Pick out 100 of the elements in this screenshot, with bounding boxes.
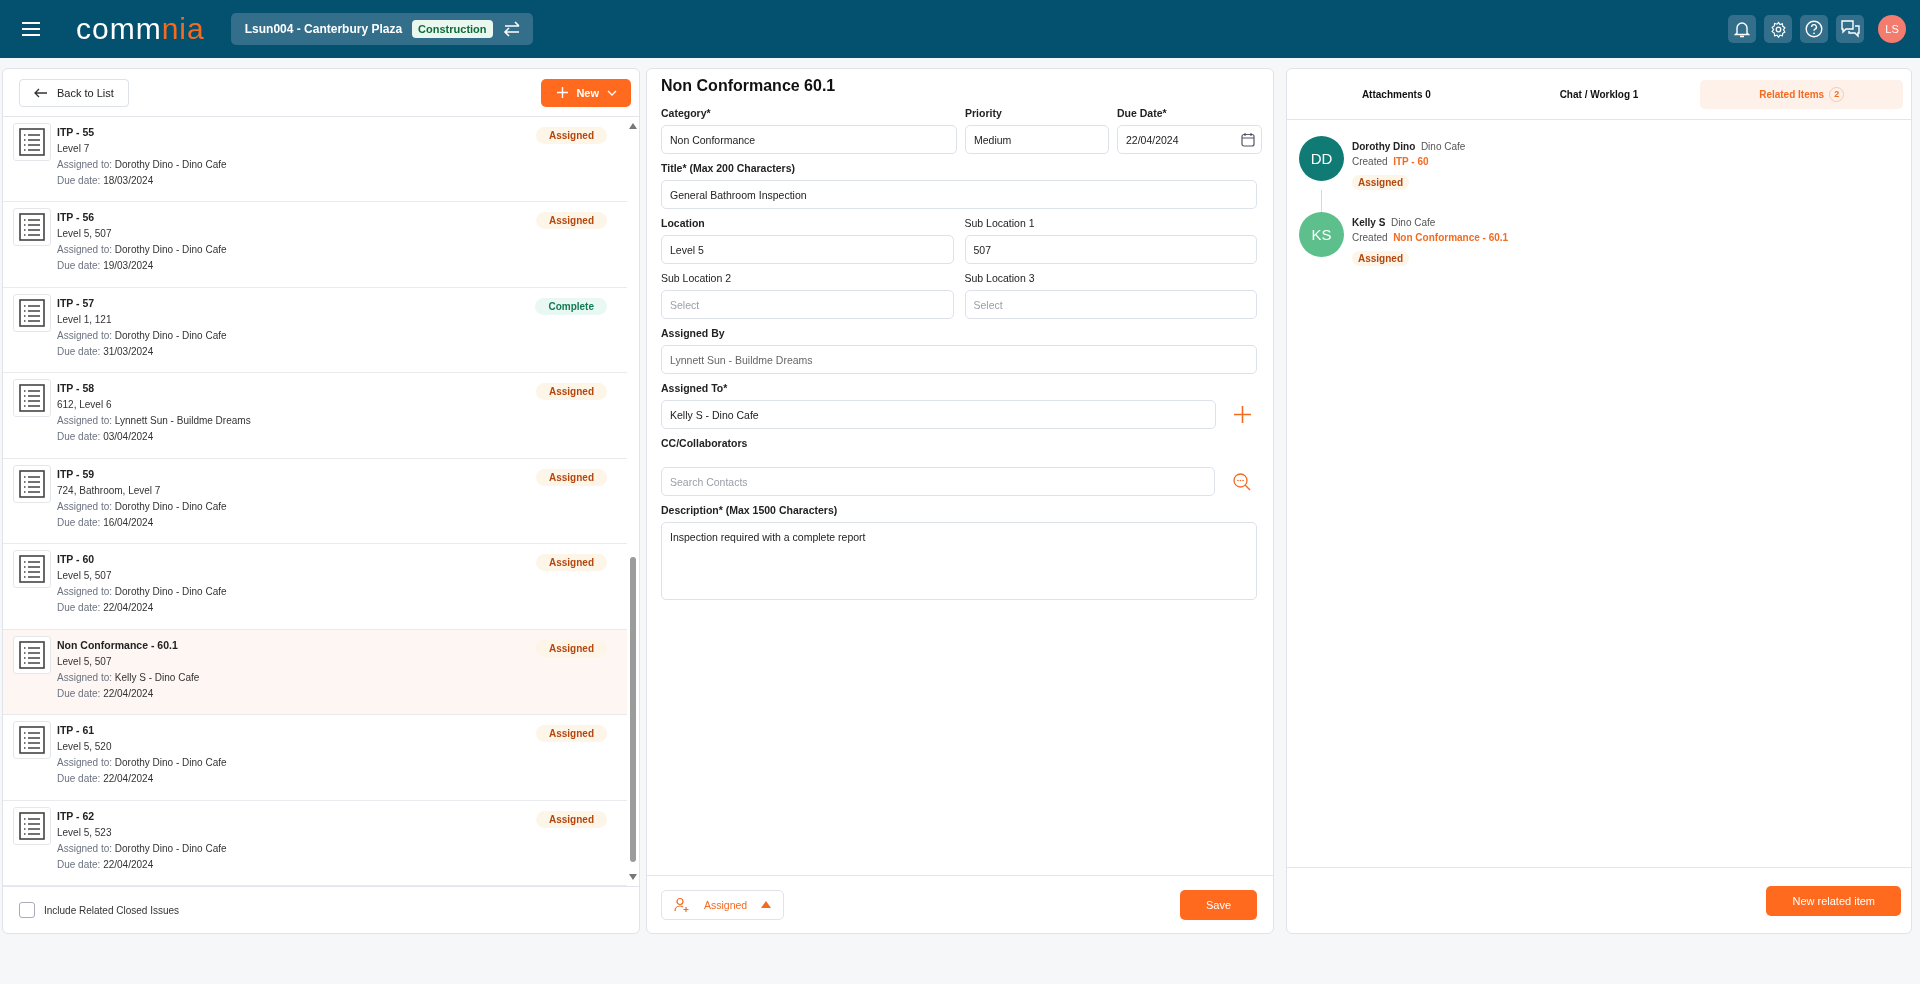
checklist-icon: [13, 806, 51, 845]
status-badge: Assigned: [1352, 251, 1409, 266]
panel-tab[interactable]: Chat / Worklog 1: [1497, 79, 1701, 109]
issue-list-item[interactable]: ITP - 59 724, Bathroom, Level 7 Assigned to: Dorothy Dino - Dino Cafe Due date: 16/04/2024 Assigned: [3, 458, 627, 545]
issue-list-item[interactable]: ITP - 62 Level 5, 523 Assigned to: Dorothy Dino - Dino Cafe Due date: 22/04/2024 Assigned: [3, 800, 627, 886]
status-badge: Assigned: [536, 554, 607, 572]
item-assignee: Assigned to: Dorothy Dino - Dino Cafe: [57, 244, 228, 256]
item-due-date: Due date: 19/03/2024: [57, 260, 155, 272]
status-badge: Assigned: [536, 383, 607, 401]
item-due-date: Due date: 22/04/2024: [57, 858, 155, 870]
item-assignee: Assigned to: Lynnett Sun - Buildme Dreams: [57, 415, 252, 427]
scroll-down-arrow-icon[interactable]: [629, 874, 637, 880]
item-title: ITP - 58: [57, 382, 96, 395]
item-location: Level 5, 523: [57, 826, 113, 838]
issue-list-item[interactable]: ITP - 61 Level 5, 520 Assigned to: Dorothy Dino - Dino Cafe Due date: 22/04/2024 Assigned: [3, 715, 627, 801]
chat-button[interactable]: [1836, 15, 1864, 43]
checkbox[interactable]: [19, 902, 35, 918]
item-due-date: Due date: 31/03/2024: [57, 345, 155, 357]
issue-list-item[interactable]: ITP - 60 Level 5, 507 Assigned to: Dorothy Dino - Dino Cafe Due date: 22/04/2024 Assigned: [3, 544, 627, 630]
item-due-date: Due date: 03/04/2024: [57, 431, 155, 443]
status-badge: Assigned: [536, 639, 607, 657]
settings-icon: [1769, 20, 1787, 38]
issue-list-item[interactable]: ITP - 57 Level 1, 121 Assigned to: Dorothy Dino - Dino Cafe Due date: 31/03/2024 Complete: [3, 287, 627, 374]
sub-location-field[interactable]: Select: [661, 290, 954, 319]
bell-icon: [1734, 20, 1750, 38]
item-location: Level 5, 507: [57, 570, 113, 582]
plus-icon[interactable]: [1234, 406, 1251, 423]
scrollbar-thumb[interactable]: [630, 557, 636, 862]
field-label: Assigned To*: [661, 382, 729, 394]
item-title: ITP - 59: [57, 467, 96, 480]
item-location: Level 7: [57, 143, 91, 154]
checklist-icon: [13, 208, 51, 247]
field-label: Sub Location 2: [661, 272, 733, 284]
status-badge: Complete: [535, 297, 607, 315]
item-location: Level 5, 507: [57, 228, 113, 240]
due-date-field[interactable]: 22/04/2024: [1117, 125, 1262, 154]
item-assignee: Assigned to: Dorothy Dino - Dino Cafe: [57, 586, 228, 598]
calendar-icon[interactable]: [1241, 132, 1255, 147]
item-title: ITP - 55: [57, 126, 96, 138]
scroll-up-arrow-icon[interactable]: [629, 123, 637, 129]
field-label: Sub Location 3: [964, 272, 1036, 284]
item-due-date: Due date: 22/04/2024: [57, 602, 155, 614]
item-title: ITP - 60: [57, 553, 96, 566]
back-to-list-button[interactable]: Back to List: [19, 78, 129, 107]
notifications-button[interactable]: [1728, 15, 1756, 43]
chevron-down-icon: [607, 89, 617, 96]
form-title: Non Conformance 60.1: [661, 77, 837, 95]
item-title: ITP - 57: [57, 296, 96, 309]
related-author: Kelly S Dino Cafe: [1352, 217, 1437, 228]
search-icon[interactable]: [1233, 472, 1251, 491]
project-type-tag: Construction: [412, 20, 493, 38]
help-button[interactable]: [1800, 15, 1828, 43]
search-contacts-field[interactable]: Search Contacts: [661, 467, 1215, 496]
project-selector[interactable]: Lsun004 - Canterbury Plaza Construction: [230, 13, 533, 45]
connector-line: [1321, 190, 1322, 212]
avatar: DD: [1299, 136, 1344, 181]
swap-arrows-icon[interactable]: [502, 21, 521, 37]
item-title: ITP - 61: [57, 724, 96, 737]
item-assignee: Assigned to: Dorothy Dino - Dino Cafe: [57, 757, 228, 769]
assigned-to-field[interactable]: Kelly S - Dino Cafe: [661, 400, 1216, 429]
description-field[interactable]: Inspection required with a complete report: [661, 522, 1257, 600]
item-assignee: Assigned to: Dorothy Dino - Dino Cafe: [57, 500, 228, 512]
checklist-icon: [13, 464, 51, 503]
sub-location-field[interactable]: Select: [964, 290, 1257, 319]
item-title: ITP - 62: [57, 809, 96, 822]
settings-button[interactable]: [1764, 15, 1792, 43]
sub-location-field[interactable]: 507: [964, 235, 1257, 264]
issue-list-item[interactable]: ITP - 55 Level 7 Assigned to: Dorothy Dino - Dino Cafe Due date: 18/03/2024 Assigned: [3, 117, 627, 203]
field-label: Location: [661, 217, 706, 229]
issue-list-item[interactable]: ITP - 58 612, Level 6 Assigned to: Lynnett Sun - Buildme Dreams Due date: 03/04/2024 Assigned: [3, 373, 627, 459]
related-action: Created ITP - 60: [1352, 156, 1430, 167]
user-plus-icon: [674, 896, 690, 913]
menu-icon[interactable]: [22, 22, 40, 36]
status-badge: Assigned: [536, 725, 607, 743]
status-badge: Assigned: [536, 468, 607, 486]
logo: commnia: [76, 14, 205, 44]
item-due-date: Due date: 18/03/2024: [57, 175, 155, 186]
item-location: 612, Level 6: [57, 399, 113, 411]
item-assignee: Assigned to: Dorothy Dino - Dino Cafe: [57, 842, 228, 854]
item-title: Non Conformance - 60.1: [57, 638, 179, 651]
category-field[interactable]: Non Conformance: [661, 125, 957, 154]
field-label: Due Date*: [1117, 107, 1168, 119]
issue-list-item[interactable]: ITP - 56 Level 5, 507 Assigned to: Dorothy Dino - Dino Cafe Due date: 19/03/2024 Assigned: [3, 202, 627, 288]
item-location: Level 5, 520: [57, 741, 113, 753]
chat-bubbles-icon: [1840, 20, 1860, 38]
include-closed-checkbox[interactable]: Include Related Closed Issues: [19, 902, 180, 918]
panel-tab[interactable]: Attachments 0: [1295, 79, 1498, 109]
item-due-date: Due date: 22/04/2024: [57, 773, 155, 785]
title-field[interactable]: General Bathroom Inspection: [661, 180, 1257, 209]
status-badge: Assigned: [536, 810, 607, 828]
checklist-icon: [13, 293, 51, 332]
item-assignee: Assigned to: Dorothy Dino - Dino Cafe: [57, 329, 228, 341]
priority-field[interactable]: Medium: [965, 125, 1109, 154]
related-author: Dorothy Dino Dino Cafe: [1352, 141, 1466, 152]
assigned-by-field: Lynnett Sun - Buildme Dreams: [661, 345, 1257, 374]
field-label: Description* (Max 1500 Characters): [661, 504, 839, 516]
issue-list-item[interactable]: Non Conformance - 60.1 Level 5, 507 Assigned to: Kelly S - Dino Cafe Due date: 22/04/2024 Assigned: [3, 629, 627, 716]
status-badge: Assigned: [1352, 175, 1409, 190]
item-location: Level 1, 121: [57, 313, 113, 325]
location-field[interactable]: Level 5: [661, 235, 954, 264]
